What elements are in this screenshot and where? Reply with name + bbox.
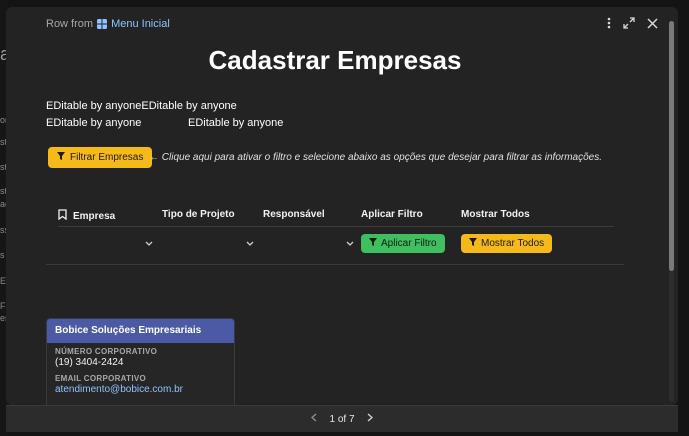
detail-modal: Row from Menu Inicial Cadastrar Empresas…	[6, 7, 678, 405]
breadcrumb-link-menu-inicial[interactable]: Menu Inicial	[111, 18, 170, 30]
column-header-aplicar-filtro: Aplicar Filtro	[361, 209, 423, 220]
pagination-bar: 1 of 7	[6, 405, 678, 432]
pagination-text: 1 of 7	[329, 413, 355, 425]
scrollbar[interactable]	[669, 21, 674, 402]
close-icon[interactable]	[647, 17, 658, 29]
column-header-responsavel: Responsável	[263, 209, 325, 220]
filter-companies-button[interactable]: Filtrar Empresas	[48, 147, 153, 168]
apply-filter-button[interactable]: Aplicar Filtro	[361, 234, 445, 253]
company-card-title: Bobice Soluções Empresariais	[47, 319, 234, 343]
apply-filter-label: Aplicar Filtro	[381, 238, 437, 249]
filter-companies-label: Filtrar Empresas	[70, 152, 144, 163]
filter-hint-text: ← Clique aqui para ativar o filtro e sel…	[149, 152, 603, 163]
responsavel-dropdown-chevron-down-icon[interactable]	[346, 238, 354, 248]
page-title: Cadastrar Empresas	[208, 45, 462, 75]
email-link[interactable]: atendimento@bobice.com.br	[47, 384, 234, 395]
filter-icon	[57, 152, 65, 163]
header-divider	[58, 226, 614, 227]
show-all-button[interactable]: Mostrar Todos	[461, 234, 553, 253]
column-header-tipo-de-projeto: Tipo de Projeto	[162, 209, 235, 220]
filter-icon	[469, 238, 477, 249]
background-text-fragment: s	[0, 250, 5, 260]
chevron-right-icon[interactable]	[367, 413, 373, 425]
email-label: EMAIL CORPORATIVO	[55, 374, 147, 383]
editable-text-2[interactable]: EDitable by anyone	[46, 117, 141, 129]
phone-value: (19) 3404-2424	[55, 357, 124, 368]
tipo-dropdown-chevron-down-icon[interactable]	[246, 238, 254, 248]
grid-icon	[97, 19, 108, 29]
modal-actions	[607, 17, 658, 29]
column-header-mostrar-todos: Mostrar Todos	[461, 209, 530, 220]
company-card[interactable]: Bobice Soluções Empresariais NÚMERO CORP…	[46, 318, 235, 405]
more-icon[interactable]	[607, 17, 611, 29]
bookmark-icon	[58, 209, 67, 223]
expand-icon[interactable]	[623, 17, 635, 29]
section-divider	[46, 264, 624, 265]
editable-text-1[interactable]: EDitable by anyoneEDitable by anyone	[46, 100, 237, 112]
column-header-empresa: Empresa	[58, 209, 115, 223]
background-text-fragment: F	[0, 301, 6, 311]
editable-text-3[interactable]: EDitable by anyone	[188, 117, 283, 129]
breadcrumb: Row from Menu Inicial	[46, 18, 170, 30]
show-all-label: Mostrar Todos	[481, 238, 545, 249]
scrollbar-thumb[interactable]	[669, 21, 674, 271]
filter-icon	[369, 238, 377, 249]
phone-label: NÚMERO CORPORATIVO	[55, 347, 158, 356]
empresa-dropdown-chevron-down-icon[interactable]	[145, 238, 153, 248]
column-header-empresa-label: Empresa	[73, 210, 116, 222]
breadcrumb-prefix: Row from	[46, 18, 94, 30]
chevron-left-icon[interactable]	[311, 413, 317, 425]
